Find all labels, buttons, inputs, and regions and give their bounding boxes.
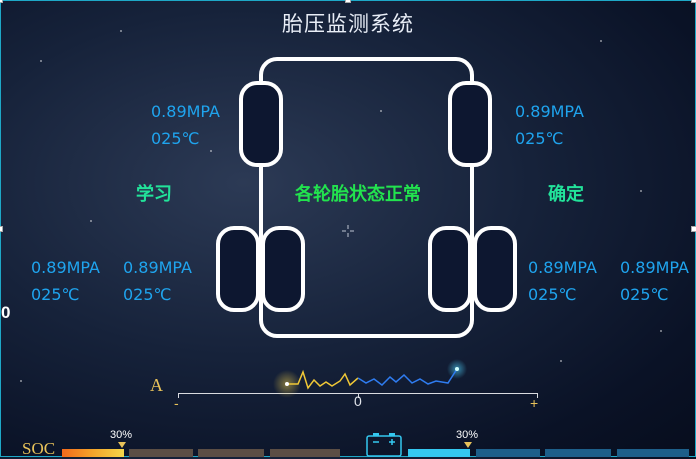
axis-minus-label: - (174, 395, 179, 411)
pressure-value: 0.89MPA (31, 258, 100, 277)
current-label: A (150, 375, 163, 395)
soc-right-fill (408, 449, 470, 457)
star (660, 330, 662, 332)
temperature-value: 025℃ (31, 285, 80, 304)
soc-right-segment (476, 449, 540, 457)
star (600, 40, 602, 42)
tire-rear-right-outer (473, 226, 517, 312)
learn-button[interactable]: 学习 (136, 180, 172, 206)
tire-rear-left-outer (216, 226, 260, 312)
resize-handle-right[interactable] (691, 226, 696, 232)
pressure-value: 0.89MPA (515, 102, 584, 121)
soc-left-segment (129, 449, 193, 457)
soc-label: SOC (22, 439, 56, 458)
edge-digit: 0 (1, 303, 11, 322)
tire-rear-right-inner (428, 226, 472, 312)
temperature-value: 025℃ (123, 285, 172, 304)
page-title: 胎压监测系统 (282, 12, 414, 36)
temperature-value: 025℃ (515, 129, 564, 148)
soc-left-segment (198, 449, 264, 457)
tire-front-left (239, 81, 283, 167)
axis-plus-label: + (530, 395, 539, 411)
resize-handle-top[interactable] (345, 0, 351, 3)
soc-left-segment (270, 449, 340, 457)
current-waveform (273, 359, 467, 398)
battery-icon (366, 433, 402, 457)
star (640, 190, 642, 192)
temperature-value: 025℃ (528, 285, 577, 304)
status-message: 各轮胎状态正常 (295, 184, 421, 205)
temperature-value: 025℃ (620, 285, 669, 304)
tire-rear-left-inner (261, 226, 305, 312)
pressure-value: 0.89MPA (123, 258, 192, 277)
reading-rear-left-inner: 0.89MPA 025℃ (123, 254, 192, 308)
soc-left-marker (118, 442, 126, 448)
resize-handle-top-right[interactable] (691, 0, 696, 3)
resize-handle-left[interactable] (0, 226, 3, 232)
soc-right-segment (617, 449, 689, 457)
tire-front-right (448, 81, 492, 167)
reading-rear-right-inner: 0.89MPA 025℃ (528, 254, 597, 308)
reading-front-left: 0.89MPA 025℃ (151, 98, 220, 152)
pressure-value: 0.89MPA (620, 258, 689, 277)
reading-rear-left-outer: 0.89MPA 025℃ (31, 254, 100, 308)
star (90, 220, 92, 222)
soc-right-percent: 30% (456, 429, 479, 441)
star (40, 60, 42, 62)
star (560, 360, 562, 362)
resize-handle-top-left[interactable] (0, 0, 3, 3)
reading-rear-right-outer: 0.89MPA 025℃ (620, 254, 689, 308)
soc-left-fill (62, 449, 124, 457)
star (20, 380, 22, 382)
confirm-button[interactable]: 确定 (548, 180, 584, 206)
crosshair-icon (342, 225, 354, 237)
pressure-value: 0.89MPA (528, 258, 597, 277)
soc-right-segment (545, 449, 611, 457)
soc-left-percent: 30% (110, 429, 133, 441)
temperature-value: 025℃ (151, 129, 200, 148)
reading-front-right: 0.89MPA 025℃ (515, 98, 584, 152)
soc-right-marker (464, 442, 472, 448)
pressure-value: 0.89MPA (151, 102, 220, 121)
